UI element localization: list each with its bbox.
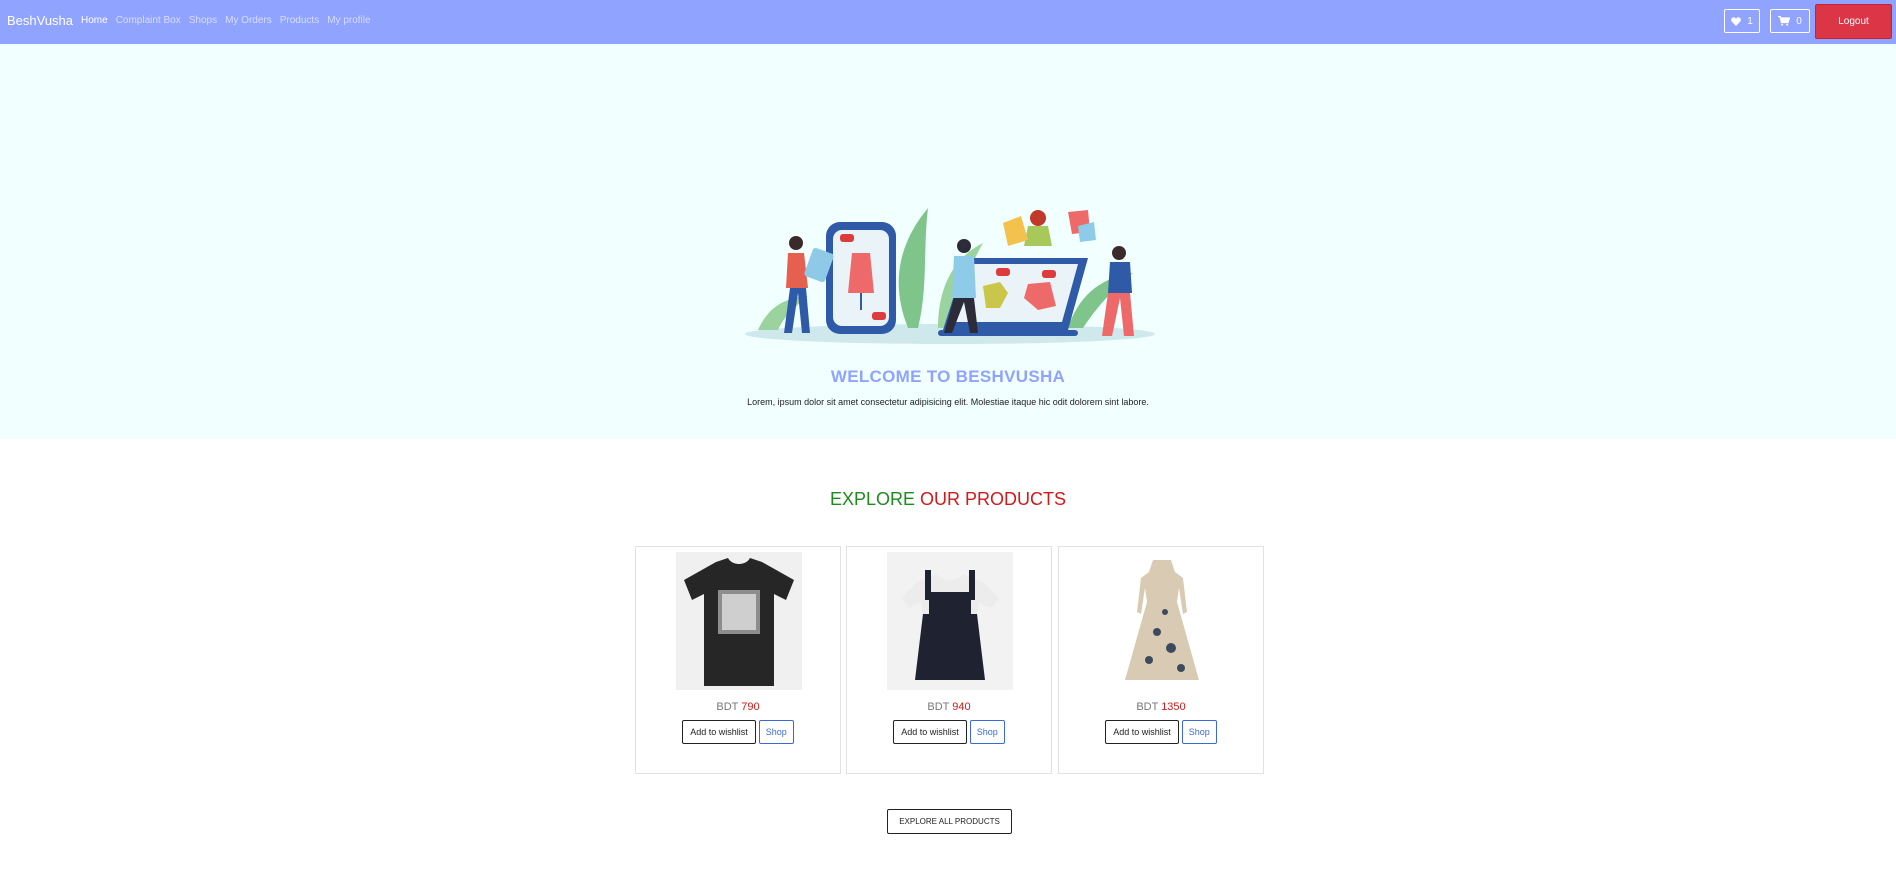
hero-title: WELCOME TO BESHVUSHA (830, 367, 1066, 386)
product-price: BDT 1350 (1059, 701, 1263, 713)
section-title-products: OUR PRODUCTS (920, 489, 1067, 509)
price-currency: BDT (1136, 701, 1159, 713)
nav-links: Home Complaint Box Shops My Orders Produ… (81, 15, 371, 26)
nav-link-products[interactable]: Products (280, 15, 319, 26)
section-title-explore: EXPLORE (829, 489, 915, 509)
hero-banner: WELCOME TO BESHVUSHA Lorem, ipsum dolor … (0, 44, 1896, 439)
product-image-dress[interactable] (1099, 552, 1225, 690)
nav-link-complaint-box[interactable]: Complaint Box (116, 15, 181, 26)
card-actions: Add to wishlist Shop (847, 720, 1051, 744)
price-currency: BDT (927, 701, 950, 713)
top-navbar: BeshVusha Home Complaint Box Shops My Or… (0, 0, 1896, 44)
logout-button[interactable]: Logout (1815, 4, 1892, 39)
price-amount: 1350 (1161, 701, 1186, 713)
nav-link-my-orders[interactable]: My Orders (225, 15, 272, 26)
price-amount: 790 (741, 701, 760, 713)
shop-button[interactable]: Shop (1181, 720, 1217, 744)
wishlist-count: 1 (1747, 15, 1753, 27)
add-to-wishlist-button[interactable]: Add to wishlist (1105, 720, 1179, 744)
heart-icon (1731, 16, 1742, 26)
add-to-wishlist-button[interactable]: Add to wishlist (893, 720, 967, 744)
cart-button[interactable]: 0 (1770, 9, 1810, 33)
nav-link-home[interactable]: Home (81, 15, 108, 26)
shopping-illustration (745, 208, 1155, 344)
wishlist-button[interactable]: 1 (1724, 9, 1760, 33)
product-image-tshirt[interactable] (676, 552, 802, 690)
nav-link-my-profile[interactable]: My profile (327, 15, 370, 26)
add-to-wishlist-button[interactable]: Add to wishlist (682, 720, 756, 744)
shop-button[interactable]: Shop (969, 720, 1005, 744)
product-card: BDT 940 Add to wishlist Shop (846, 546, 1052, 774)
nav-link-shops[interactable]: Shops (189, 15, 217, 26)
explore-all-products-button[interactable]: EXPLORE ALL PRODUCTS (887, 809, 1012, 834)
card-actions: Add to wishlist Shop (1059, 720, 1263, 744)
product-price: BDT 940 (847, 701, 1051, 713)
product-price: BDT 790 (636, 701, 840, 713)
product-image-dungaree[interactable] (887, 552, 1013, 690)
product-card: BDT 1350 Add to wishlist Shop (1058, 546, 1264, 774)
hero-subtitle: Lorem, ipsum dolor sit amet consectetur … (747, 397, 1149, 407)
price-amount: 940 (952, 701, 971, 713)
cart-count: 0 (1796, 15, 1802, 27)
product-card: BDT 790 Add to wishlist Shop (635, 546, 841, 774)
card-actions: Add to wishlist Shop (636, 720, 840, 744)
products-section-title: EXPLORE OUR PRODUCTS (0, 489, 1896, 510)
price-currency: BDT (716, 701, 739, 713)
cart-icon (1778, 16, 1791, 26)
shop-button[interactable]: Shop (758, 720, 794, 744)
brand-logo[interactable]: BeshVusha (7, 13, 73, 28)
